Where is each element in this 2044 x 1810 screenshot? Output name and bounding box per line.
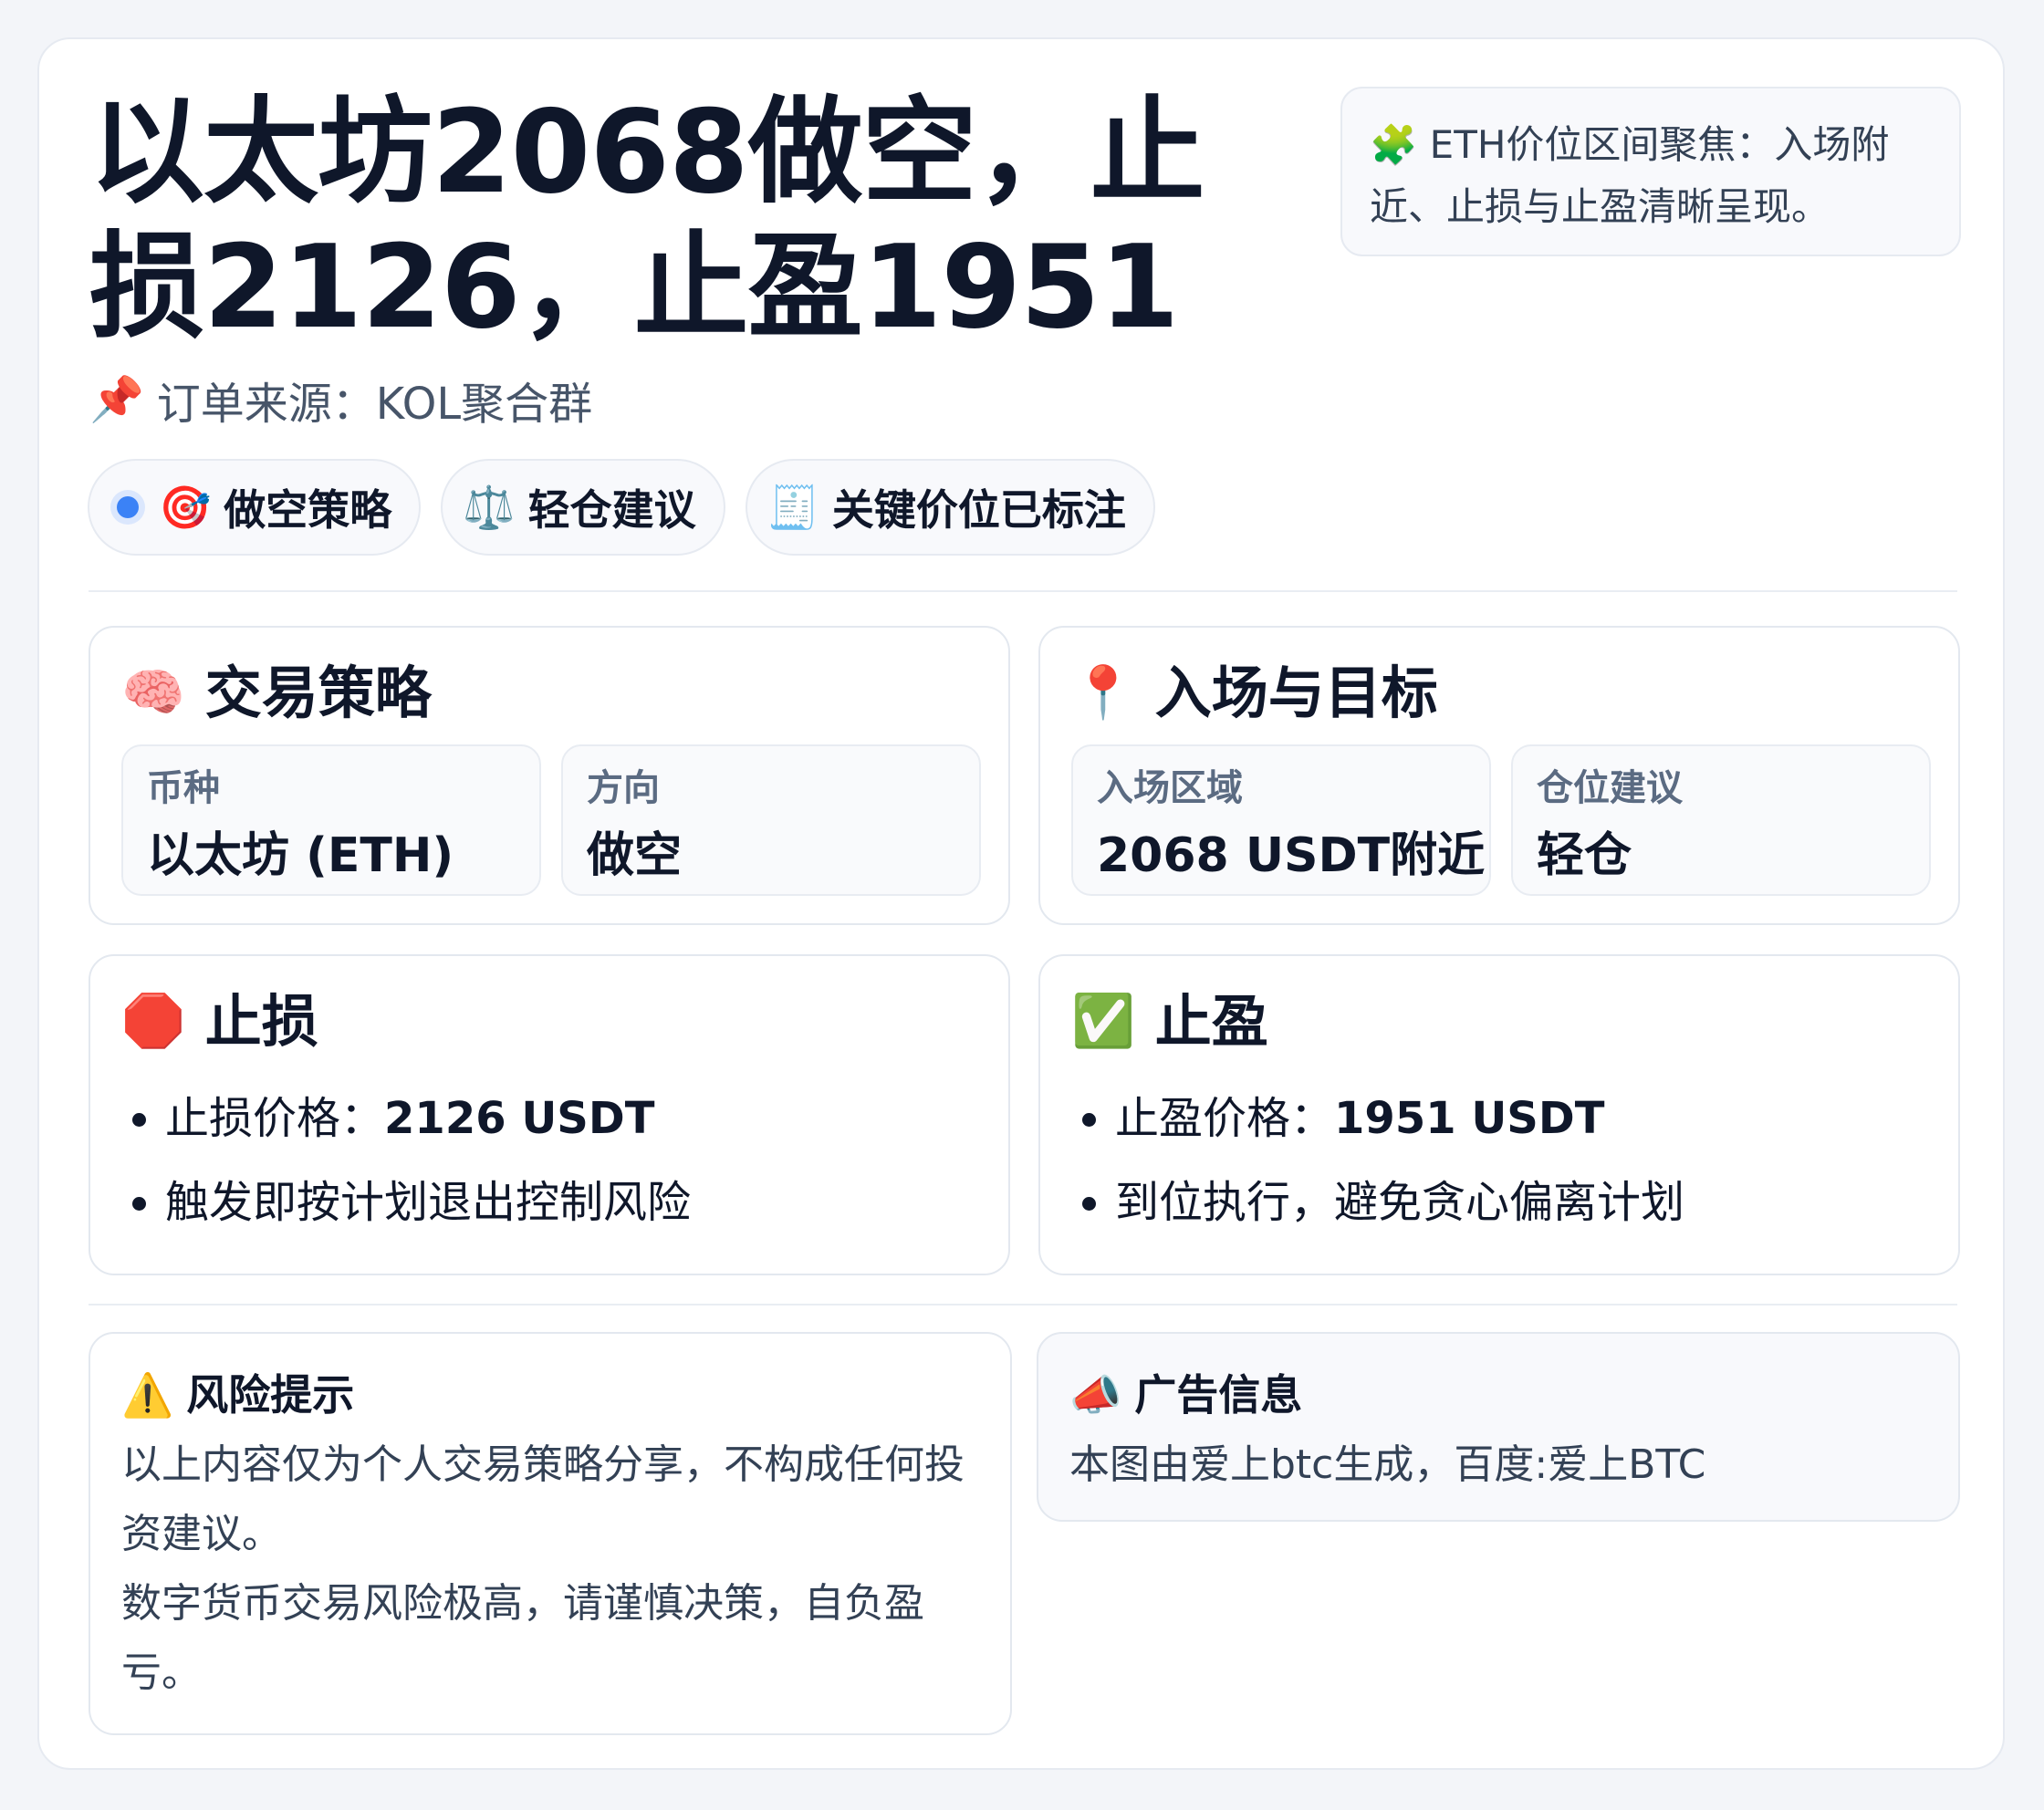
chip-label: 轻仓建议 <box>527 485 696 535</box>
brain-icon: 🧠 <box>121 663 185 723</box>
coin-label: 币种 <box>147 767 220 809</box>
page-title: 以太坊2068做空，止损2126，止盈1951 <box>89 85 1205 354</box>
entry-zone-cell: 入场区域 2068 USDT附近 <box>1071 744 1491 896</box>
ad-title: 📣 广告信息 <box>1069 1370 1303 1420</box>
entry-panel: 📍 入场与目标 入场区域 2068 USDT附近 仓位建议 轻仓 <box>1038 626 1960 925</box>
coin-cell: 币种 以太坊 (ETH) <box>121 744 541 896</box>
direction-label: 方向 <box>587 767 660 809</box>
take-profit-panel: ✅ 止盈 止盈价格：1951 USDT 到位执行，避免贪心偏离计划 <box>1038 954 1960 1275</box>
megaphone-icon: 📣 <box>1069 1370 1122 1420</box>
order-source-text: 订单来源：KOL聚合群 <box>156 379 593 430</box>
take-profit-price-label: 止盈价格： <box>1115 1093 1335 1144</box>
receipt-icon: 🧾 <box>766 483 819 532</box>
puzzle-icon: 🧩 <box>1370 122 1418 167</box>
take-profit-note: 到位执行，避免贪心偏离计划 <box>1115 1177 1685 1228</box>
coin-value: 以太坊 (ETH) <box>147 828 454 883</box>
chip-label: 关键价位已标注 <box>831 485 1126 535</box>
risk-text: 以上内容仅为个人交易策略分享，不构成任何投资建议。 数字货币交易风险极高，请谨慎… <box>121 1430 979 1708</box>
ad-panel: 📣 广告信息 本图由爱上btc生成，百度:爱上BTC <box>1037 1332 1960 1522</box>
chip-label: 做空策略 <box>224 485 392 535</box>
warning-icon: ⚠️ <box>121 1370 174 1420</box>
order-source: 📌 订单来源：KOL聚合群 <box>89 368 592 432</box>
strategy-panel: 🧠 交易策略 币种 以太坊 (ETH) 方向 做空 <box>89 626 1010 925</box>
direction-cell: 方向 做空 <box>561 744 981 896</box>
stop-loss-price-value: 2126 USDT <box>384 1093 655 1144</box>
divider-top <box>89 590 1957 592</box>
position-cell: 仓位建议 轻仓 <box>1511 744 1931 896</box>
target-icon: 🎯 <box>159 483 212 532</box>
main-card: 以太坊2068做空，止损2126，止盈1951 🧩 ETH价位区间聚焦：入场附近… <box>37 37 2005 1770</box>
direction-value: 做空 <box>587 828 683 883</box>
risk-line-2: 数字货币交易风险极高，请谨慎决策，自负盈亏。 <box>121 1580 924 1696</box>
list-item: 触发即按计划退出控制风险 <box>165 1160 691 1244</box>
stop-loss-list: 止损价格：2126 USDT 触发即按计划退出控制风险 <box>121 1077 691 1244</box>
stop-loss-note: 触发即按计划退出控制风险 <box>165 1177 692 1228</box>
entry-title: 📍 入场与目标 <box>1071 660 1438 726</box>
pushpin-icon: 📌 <box>89 374 144 425</box>
stop-loss-panel: 🛑 止损 止损价格：2126 USDT 触发即按计划退出控制风险 <box>89 954 1010 1275</box>
risk-panel: ⚠️ 风险提示 以上内容仅为个人交易策略分享，不构成任何投资建议。 数字货币交易… <box>89 1332 1012 1735</box>
take-profit-price-value: 1951 USDT <box>1334 1093 1605 1144</box>
position-value: 轻仓 <box>1537 828 1632 883</box>
note-text: ETH价位区间聚焦：入场附近、止损与止盈清晰呈现。 <box>1370 122 1890 229</box>
entry-zone-label: 入场区域 <box>1097 767 1243 809</box>
chip-light-position[interactable]: ⚖️ 轻仓建议 <box>441 459 725 556</box>
status-dot <box>117 496 139 518</box>
divider-bottom <box>89 1304 1957 1305</box>
tag-chips: 🎯 做空策略 ⚖️ 轻仓建议 🧾 关键价位已标注 <box>88 459 1155 556</box>
strategy-title: 🧠 交易策略 <box>121 660 432 726</box>
ad-text: 本图由爱上btc生成，百度:爱上BTC <box>1069 1441 1706 1488</box>
take-profit-list: 止盈价格：1951 USDT 到位执行，避免贪心偏离计划 <box>1071 1077 1684 1244</box>
list-item: 到位执行，避免贪心偏离计划 <box>1115 1160 1684 1244</box>
location-pin-icon: 📍 <box>1071 663 1135 723</box>
risk-line-1: 以上内容仅为个人交易策略分享，不构成任何投资建议。 <box>121 1441 965 1557</box>
balance-scale-icon: ⚖️ <box>463 483 516 532</box>
check-mark-icon: ✅ <box>1071 992 1135 1051</box>
position-label: 仓位建议 <box>1537 767 1683 809</box>
take-profit-title: ✅ 止盈 <box>1071 988 1268 1055</box>
chip-short-strategy[interactable]: 🎯 做空策略 <box>88 459 422 556</box>
chip-key-levels[interactable]: 🧾 关键价位已标注 <box>745 459 1155 556</box>
list-item: 止盈价格：1951 USDT <box>1115 1077 1684 1160</box>
risk-title: ⚠️ 风险提示 <box>121 1370 355 1420</box>
eth-focus-note: 🧩 ETH价位区间聚焦：入场附近、止损与止盈清晰呈现。 <box>1340 87 1961 256</box>
stop-sign-icon: 🛑 <box>121 992 185 1051</box>
stop-loss-title: 🛑 止损 <box>121 988 318 1055</box>
entry-zone-value: 2068 USDT附近 <box>1097 828 1486 883</box>
list-item: 止损价格：2126 USDT <box>165 1077 691 1160</box>
stop-loss-price-label: 止损价格： <box>165 1093 385 1144</box>
